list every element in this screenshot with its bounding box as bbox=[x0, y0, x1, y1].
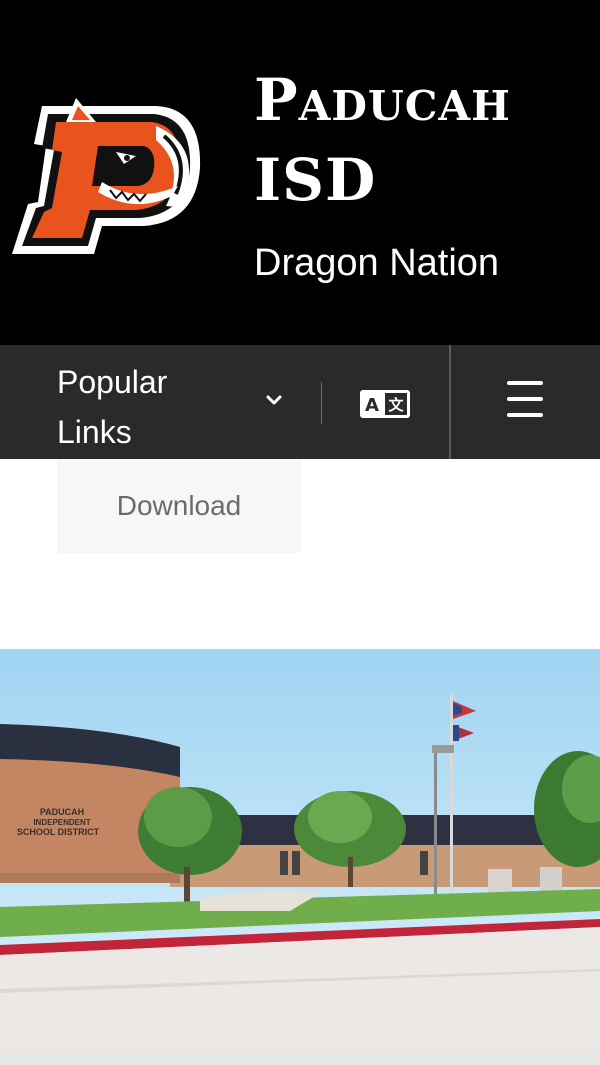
navbar-divider bbox=[321, 382, 322, 424]
svg-text:A: A bbox=[365, 395, 379, 416]
page-bottom-strip bbox=[0, 1049, 600, 1065]
dragon-logo-icon[interactable] bbox=[6, 86, 202, 258]
navbar-divider bbox=[449, 345, 451, 459]
top-navbar: Popular Links A 文 bbox=[0, 345, 600, 459]
translate-icon[interactable]: A 文 bbox=[336, 375, 434, 431]
download-button[interactable]: Download bbox=[57, 459, 301, 553]
site-tagline: Dragon Nation bbox=[254, 242, 500, 284]
site-title[interactable]: Paducah ISD bbox=[254, 60, 600, 220]
svg-text:文: 文 bbox=[388, 396, 404, 414]
popular-links-label: Popular Links bbox=[57, 364, 168, 450]
school-building-photo: PADUCAH INDEPENDENT SCHOOL DISTRICT bbox=[0, 649, 600, 1051]
svg-text:INDEPENDENT: INDEPENDENT bbox=[33, 818, 90, 827]
svg-text:PADUCAH: PADUCAH bbox=[40, 807, 84, 817]
hamburger-menu-icon[interactable] bbox=[452, 345, 600, 459]
popular-links-dropdown[interactable]: Popular Links bbox=[0, 345, 320, 459]
site-header: Paducah ISD Dragon Nation bbox=[0, 0, 600, 345]
svg-text:SCHOOL DISTRICT: SCHOOL DISTRICT bbox=[17, 827, 100, 837]
chevron-down-icon bbox=[266, 395, 282, 405]
